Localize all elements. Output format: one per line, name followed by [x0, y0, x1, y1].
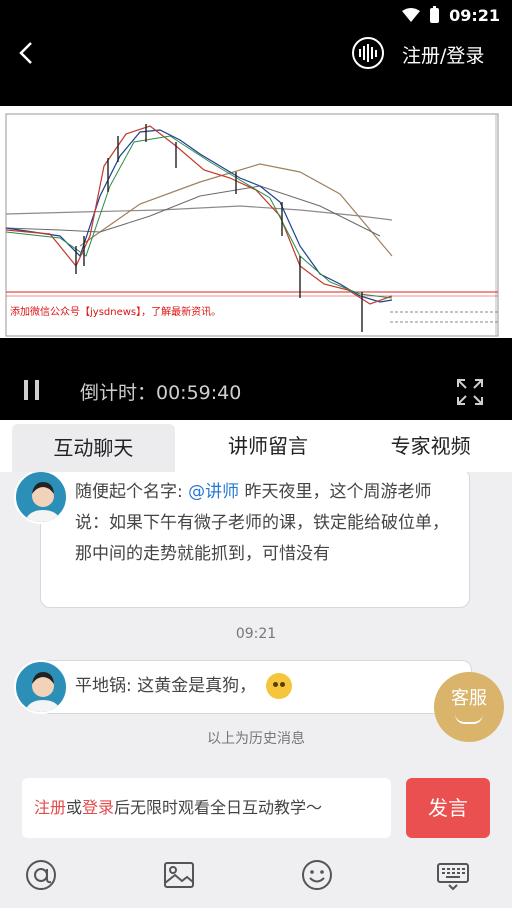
history-notice: 以上为历史消息 [207, 731, 305, 747]
status-time: 09:21 [449, 5, 500, 25]
send-button[interactable]: 发言 [406, 778, 490, 838]
top-bar: 09:21 注册/登录 [0, 0, 512, 106]
message-input[interactable]: 注册或登录后无限时观看全日互动教学～ [22, 778, 391, 838]
message-time: 09:21 [235, 626, 277, 642]
tab-chat[interactable]: 互动聊天 [12, 424, 175, 472]
back-icon[interactable] [14, 40, 40, 66]
image-icon[interactable] [162, 858, 196, 892]
pause-icon[interactable] [24, 380, 39, 400]
fullscreen-icon[interactable] [456, 378, 484, 406]
bottom-toolbar [0, 850, 512, 908]
video-frame-chart: 添加微信公众号【jysdnews】，了解最新资讯。 [0, 106, 512, 338]
message-mention[interactable]: @讲师 [188, 482, 239, 502]
login-link-inline[interactable]: 登录 [82, 798, 114, 817]
tab-expert-videos[interactable]: 专家视频 [349, 420, 512, 472]
chat-area[interactable]: 随便起个名字: @讲师 昨天夜里，这个周游老师说：如果下午有微子老师的课，铁定能… [0, 472, 512, 764]
avatar [14, 660, 68, 714]
thinking-emoji-icon [266, 673, 293, 699]
smile-icon [455, 714, 483, 724]
audio-icon[interactable] [352, 37, 384, 69]
input-hint: 后无限时观看全日互动教学～ [114, 798, 323, 817]
tab-bar: 互动聊天 讲师留言 专家视频 [0, 420, 512, 472]
wifi-icon [402, 8, 421, 22]
at-icon[interactable] [24, 858, 58, 892]
battery-icon [430, 5, 440, 23]
input-or: 或 [66, 798, 83, 817]
message-sender: 随便起个名字: [75, 482, 183, 502]
keyboard-icon[interactable] [436, 858, 470, 892]
emoji-icon[interactable] [300, 858, 334, 892]
register-link[interactable]: 注册 [34, 798, 66, 817]
chat-message: 平地锅: 这黄金是真狗， [40, 660, 472, 714]
video-controls: 倒计时：00:59:40 [0, 338, 512, 420]
countdown-timer: 倒计时：00:59:40 [80, 382, 242, 404]
message-text: 平地锅: 这黄金是真狗， [75, 676, 257, 696]
status-bar: 09:21 [402, 4, 500, 26]
input-bar: 注册或登录后无限时观看全日互动教学～ 发言 [0, 764, 512, 850]
customer-service-label: 客服 [451, 688, 487, 709]
video-overlay-text: 添加微信公众号【jysdnews】，了解最新资讯。 [10, 307, 222, 318]
avatar [14, 472, 68, 524]
customer-service-button[interactable]: 客服 [434, 672, 504, 742]
login-link[interactable]: 注册/登录 [402, 41, 484, 68]
video-player[interactable]: 添加微信公众号【jysdnews】，了解最新资讯。 倒计时：00:59:40 [0, 106, 512, 420]
tab-lecturer-messages[interactable]: 讲师留言 [187, 420, 350, 472]
chat-message: 随便起个名字: @讲师 昨天夜里，这个周游老师说：如果下午有微子老师的课，铁定能… [40, 472, 470, 608]
